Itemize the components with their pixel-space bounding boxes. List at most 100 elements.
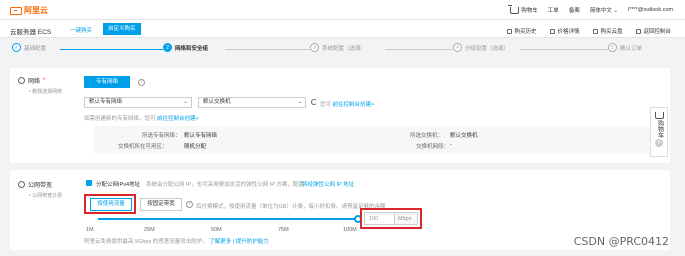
- buy-disk-label: 购买云盘: [600, 29, 623, 35]
- chevron-down-icon: ⌄: [297, 99, 302, 105]
- cart-count-badge: 0: [655, 139, 663, 147]
- step-network[interactable]: 2 网络和安全组: [163, 43, 212, 52]
- assign-ip-desc: 系统会分配公网 IP，也可采用更加灵活的弹性公网 IP 方案，配置: [146, 182, 304, 188]
- step-number: 2: [163, 43, 172, 52]
- by-bandwidth-button[interactable]: 按固定带宽: [140, 198, 182, 211]
- language-select[interactable]: 简体中文 ⌄: [590, 6, 618, 14]
- aliyun-logo-icon: [10, 6, 22, 15]
- network-summary: 所选专有网络： 默认专有网络 交换机所在可用区： 随机分配 所选交换机： 默认交…: [94, 126, 664, 154]
- step-check-icon: ✓: [12, 43, 21, 52]
- assign-ip-label: 分配公网IPv4地址: [96, 182, 141, 188]
- slider-tick: 50M: [211, 227, 222, 233]
- top-links: 购物车 工单 备案 简体中文 ⌄ l****@outlook.com: [508, 4, 673, 14]
- highlight-frame: [84, 194, 136, 214]
- vpc-hint-prefix: 如需创建新的专有网络，您可: [84, 116, 156, 122]
- vpc-type-button[interactable]: 专有网络: [84, 76, 130, 88]
- step-label: 确认订单: [620, 45, 643, 52]
- brand-name: 阿里云: [24, 6, 48, 15]
- step-confirm[interactable]: 5 确认订单: [608, 43, 646, 52]
- cart-icon: [654, 112, 664, 119]
- cart-icon: [508, 4, 520, 14]
- console-create-prefix: 您可: [320, 102, 332, 108]
- account-email[interactable]: l****@outlook.com: [628, 7, 673, 13]
- filing-link[interactable]: 备案: [569, 6, 580, 14]
- vpc-value: 默认专有网络: [184, 133, 218, 139]
- history-icon: [507, 28, 513, 34]
- product-title: 云服务器 ECS: [10, 29, 52, 36]
- step-connector: [225, 49, 315, 50]
- step-number: 4: [453, 43, 462, 52]
- console-icon: [636, 28, 642, 34]
- network-section: 网络 * • 教我选择网络 专有网络 ? 默认专有网络 ⌄ 默认交换机 ⌄ 您可…: [10, 68, 670, 163]
- bandwidth-slider-track[interactable]: [98, 218, 358, 220]
- step-label: 系统配置（选填）: [322, 45, 367, 52]
- traffic-desc: 后付费模式，按使用流量（单位为GB）计费，每小时扣费。请预留足够的余额: [196, 204, 386, 210]
- step-progress: ✓ 基础配置 2 网络和安全组 3 系统配置（选填） 4 分组设置（选填） 5 …: [10, 43, 670, 57]
- help-icon[interactable]: ?: [186, 201, 193, 208]
- ddos-note: 阿里云免费提供最高 5Gbps 的恶意流量攻击防护， 了解更多 | 提升防护能力: [84, 237, 269, 245]
- tab-quick-buy[interactable]: 一键购买: [70, 26, 92, 34]
- vswitch-select-value: 默认交换机: [203, 99, 231, 105]
- vswitch-ip-value: -: [450, 142, 452, 148]
- slider-tick: 75M: [278, 227, 289, 233]
- price-detail-link[interactable]: 价格详情: [550, 27, 579, 35]
- price-detail-label: 价格详情: [557, 29, 580, 35]
- step-label: 网络和安全组: [175, 45, 209, 52]
- vswitch-select[interactable]: 默认交换机 ⌄: [198, 97, 306, 108]
- refresh-icon[interactable]: [311, 99, 317, 105]
- back-console-label: 返回控制台: [643, 29, 671, 35]
- step-basic[interactable]: ✓ 基础配置: [12, 43, 50, 52]
- vpc-hint: 如需创建新的专有网络，您可 前往控制台创建>: [84, 114, 199, 122]
- bandwidth-title: 公网带宽: [18, 180, 52, 189]
- console-create-link[interactable]: 前往控制台创建>: [333, 102, 375, 108]
- bandwidth-help-link[interactable]: • 公网带宽计费: [29, 192, 62, 199]
- step-number: 3: [310, 43, 319, 52]
- step-connector: [385, 49, 455, 50]
- cart-link-label: 购物车: [521, 8, 538, 14]
- tab-custom-buy[interactable]: 自定义购买: [103, 23, 141, 35]
- product-bar-links: 购买历史 价格详情 购买云盘 返回控制台: [507, 27, 671, 35]
- vpc-hint-link[interactable]: 前往控制台创建>: [157, 116, 199, 122]
- floating-cart[interactable]: 购物车 0: [650, 107, 668, 157]
- purchase-history-label: 购买历史: [514, 29, 537, 35]
- purchase-history-link[interactable]: 购买历史: [507, 27, 536, 35]
- bandwidth-title-text: 公网带宽: [28, 183, 53, 189]
- network-help-link[interactable]: • 教我选择网络: [29, 88, 62, 95]
- slider-tick: 25M: [144, 227, 155, 233]
- step-system[interactable]: 3 系统配置（选填）: [310, 43, 370, 52]
- disk-icon: [593, 28, 599, 34]
- assign-ip-checkbox[interactable]: [86, 180, 92, 186]
- slider-tick: 1M: [86, 227, 94, 233]
- back-console-link[interactable]: 返回控制台: [636, 27, 671, 35]
- vpc-select[interactable]: 默认专有网络 ⌄: [84, 97, 192, 108]
- eip-link[interactable]: 将经弹性公网 IP 地址: [302, 180, 354, 188]
- globe-icon: [18, 77, 25, 84]
- vswitch-ip-label: 交换机网段：: [416, 144, 450, 150]
- help-icon[interactable]: ?: [138, 79, 145, 86]
- bandwidth-icon: [18, 181, 25, 188]
- console-create-text: 您可 前往控制台创建>: [320, 100, 374, 108]
- zone-value: 随机分配: [184, 144, 207, 150]
- vpc-select-value: 默认专有网络: [89, 99, 123, 105]
- vpc-label: 所选专有网络：: [142, 133, 181, 139]
- ticket-link[interactable]: 工单: [548, 6, 559, 14]
- step-label: 基础配置: [24, 45, 47, 52]
- step-connector: [520, 49, 610, 50]
- bandwidth-section: 公网带宽 • 公网带宽计费 分配公网IPv4地址 系统会分配公网 IP，也可采用…: [10, 170, 670, 250]
- zone-label: 交换机所在可用区：: [118, 144, 168, 150]
- network-title: 网络 *: [18, 76, 45, 85]
- price-icon: [550, 28, 556, 34]
- cart-link[interactable]: 购物车: [508, 4, 538, 14]
- step-connector: [60, 49, 165, 50]
- brand-logo[interactable]: 阿里云: [10, 5, 48, 16]
- step-number: 5: [608, 43, 617, 52]
- top-bar: 阿里云 购物车 工单 备案 简体中文 ⌄ l****@outlook.com: [0, 0, 685, 20]
- watermark: CSDN @PRC0412: [573, 235, 669, 248]
- vswitch-value: 默认交换机: [450, 133, 478, 139]
- buy-disk-link[interactable]: 购买云盘: [593, 27, 622, 35]
- ddos-note-text: 阿里云免费提供最高 5Gbps 的恶意流量攻击防护，: [84, 239, 208, 245]
- ddos-learn-more-link[interactable]: 了解更多 | 提升防护能力: [209, 239, 269, 245]
- network-title-text: 网络: [28, 79, 41, 85]
- vswitch-label: 所选交换机：: [410, 133, 444, 139]
- step-group[interactable]: 4 分组设置（选填）: [453, 43, 513, 52]
